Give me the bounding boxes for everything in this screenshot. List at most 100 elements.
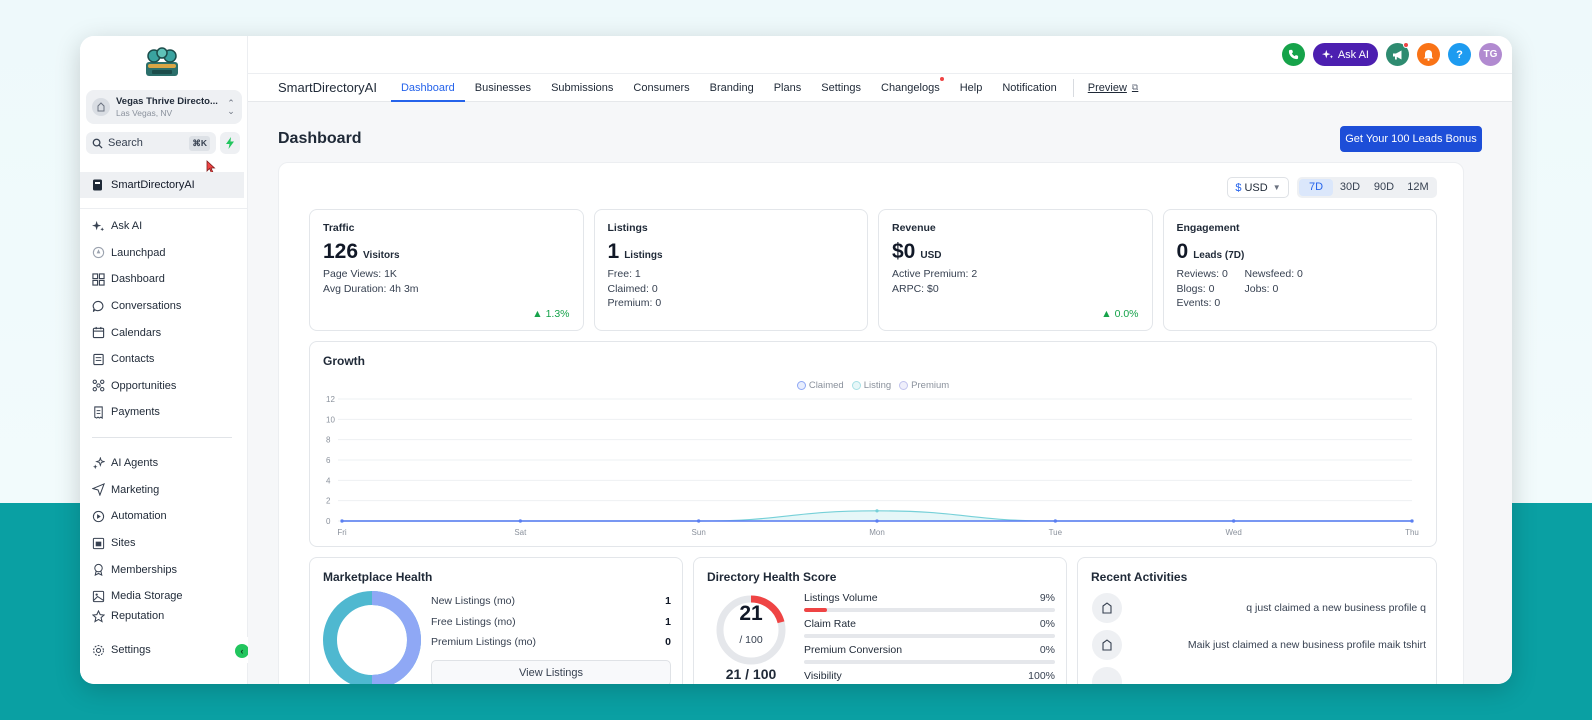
sidebar-item-settings[interactable]: Settings (80, 637, 248, 663)
tab-businesses[interactable]: Businesses (465, 74, 541, 102)
range-90d[interactable]: 90D (1367, 179, 1401, 196)
help-button[interactable]: ? (1448, 43, 1471, 66)
x-tick-label: Fri (337, 528, 347, 537)
divider (1072, 78, 1074, 97)
sidebar-item-automation[interactable]: Automation (80, 503, 248, 530)
y-tick-label: 4 (326, 476, 331, 485)
traffic-card[interactable]: Traffic 126 Visitors Page Views: 1K Avg … (309, 209, 584, 331)
health-score-denominator: / 100 (739, 634, 763, 646)
sidebar-item-media-storage[interactable]: Media Storage (80, 583, 248, 610)
activity-text: q just claimed a new business profile q (1246, 602, 1426, 614)
currency-select[interactable]: $ USD ▼ (1227, 177, 1289, 198)
tab-consumers[interactable]: Consumers (623, 74, 699, 102)
location-name: Vegas Thrive Directo... (116, 96, 218, 107)
receipt-icon (91, 405, 105, 419)
data-point-claimed[interactable] (697, 519, 701, 523)
leads-bonus-button[interactable]: Get Your 100 Leads Bonus (1340, 126, 1482, 152)
sidebar-item-conversations[interactable]: Conversations (80, 293, 248, 320)
y-tick-label: 0 (326, 517, 331, 526)
tab-settings[interactable]: Settings (811, 74, 871, 102)
location-switcher[interactable]: Vegas Thrive Directo... Las Vegas, NV ⌃ ⌄ (86, 90, 242, 124)
brand-title: SmartDirectoryAI (278, 80, 377, 95)
recent-activities-card: Recent Activities q just claimed a new b… (1077, 557, 1437, 684)
marketplace-health-card: Marketplace Health New Listings (mo) 1 Fr… (309, 557, 683, 684)
sidebar-item-label: Automation (111, 510, 167, 523)
metric-value: 100% (1028, 670, 1055, 682)
activity-item[interactable]: q just claimed a new business profile q (1092, 590, 1426, 626)
data-point-claimed[interactable] (1410, 519, 1414, 523)
tab-help[interactable]: Help (950, 74, 993, 102)
sidebar-item-label: Contacts (111, 353, 155, 366)
x-tick-label: Thu (1405, 528, 1419, 537)
sidebar-item-smartdirectoryai[interactable]: SmartDirectoryAI (80, 172, 244, 198)
card-unit: Visitors (363, 250, 400, 261)
sidebar-item-ask-ai[interactable]: Ask AI (80, 213, 248, 240)
trend-up-icon: ▲ (1101, 308, 1112, 320)
star-icon (91, 610, 105, 624)
card-value: 0 (1176, 240, 1189, 263)
sidebar: Vegas Thrive Directo... Las Vegas, NV ⌃ ⌄… (80, 36, 249, 684)
tab-branding[interactable]: Branding (700, 74, 764, 102)
range-7d[interactable]: 7D (1299, 179, 1333, 196)
tab-dashboard[interactable]: Dashboard (390, 74, 465, 102)
quick-action-button[interactable] (220, 132, 240, 154)
sidebar-item-label: Dashboard (111, 273, 165, 286)
tab-notification[interactable]: Notification (992, 74, 1066, 102)
search-label: Search (108, 137, 143, 149)
sidebar-item-marketing[interactable]: Marketing (80, 477, 248, 504)
search-input[interactable]: Search ⌘K (86, 132, 216, 154)
sidebar-item-ai-agents[interactable]: AI Agents (80, 450, 248, 477)
sidebar-item-label: Launchpad (111, 246, 166, 259)
engagement-card[interactable]: Engagement 0 Leads (7D) Reviews: 0 Newsf… (1162, 209, 1437, 331)
sidebar-item-label: SmartDirectoryAI (111, 179, 195, 191)
logo[interactable] (142, 44, 182, 80)
data-point-claimed[interactable] (340, 519, 344, 523)
rocket-icon (91, 246, 105, 260)
card-line: Reviews: 0 (1176, 268, 1228, 280)
sub-navigation: SmartDirectoryAI Dashboard Businesses Su… (248, 74, 1512, 102)
view-listings-button[interactable]: View Listings (431, 660, 671, 684)
activity-item[interactable] (1092, 664, 1426, 684)
sidebar-item-payments[interactable]: Payments (80, 399, 248, 426)
range-30d[interactable]: 30D (1333, 179, 1367, 196)
sidebar-item-dashboard[interactable]: Dashboard (80, 266, 248, 293)
preview-label: Preview (1087, 81, 1127, 94)
sidebar-item-label: Memberships (111, 563, 178, 576)
metric-row: Listings Volume 9% (804, 592, 1055, 618)
stat-row: Free Listings (mo) 1 (431, 616, 671, 637)
card-line: ARPC: $0 (892, 282, 939, 295)
sidebar-item-reputation[interactable]: Reputation (80, 610, 248, 624)
card-line: Avg Duration: 4h 3m (323, 282, 419, 295)
preview-link[interactable]: Preview ⧉ (1080, 82, 1147, 94)
trend-value: 1.3% (545, 308, 570, 320)
activity-item[interactable]: Maik just claimed a new business profile… (1092, 627, 1426, 663)
listings-card[interactable]: Listings 1 Listings Free: 1 Claimed: 0 P… (593, 209, 868, 331)
tab-plans[interactable]: Plans (764, 74, 812, 102)
x-tick-label: Sat (514, 528, 527, 537)
data-point-claimed[interactable] (1232, 519, 1236, 523)
sidebar-item-sites[interactable]: Sites (80, 530, 248, 557)
announcements-button[interactable] (1386, 42, 1409, 66)
sidebar-item-launchpad[interactable]: Launchpad (80, 240, 248, 267)
sidebar-item-contacts[interactable]: Contacts (80, 346, 248, 373)
tab-changelogs[interactable]: Changelogs (871, 74, 950, 102)
collapse-sidebar-button[interactable]: ‹ (235, 644, 249, 658)
data-point-listing[interactable] (875, 509, 879, 513)
data-point-claimed[interactable] (518, 519, 522, 523)
sidebar-item-memberships[interactable]: Memberships (80, 556, 248, 583)
data-point-claimed[interactable] (1053, 519, 1057, 523)
data-point-claimed[interactable] (875, 519, 879, 523)
notifications-button[interactable] (1417, 43, 1440, 66)
sidebar-item-label: Settings (111, 644, 151, 656)
grid-icon (91, 272, 105, 286)
revenue-card[interactable]: Revenue $0 USD Active Premium: 2 ARPC: $… (878, 209, 1153, 331)
tab-submissions[interactable]: Submissions (541, 74, 623, 102)
avatar[interactable]: TG (1479, 43, 1502, 66)
ask-ai-button[interactable]: Ask AI (1312, 43, 1378, 66)
phone-button[interactable] (1281, 43, 1305, 66)
range-12m[interactable]: 12M (1401, 179, 1435, 196)
sidebar-item-opportunities[interactable]: Opportunities (80, 373, 248, 400)
store-icon (1092, 667, 1122, 684)
sidebar-item-calendars[interactable]: Calendars (80, 319, 248, 346)
y-tick-label: 8 (326, 436, 331, 445)
